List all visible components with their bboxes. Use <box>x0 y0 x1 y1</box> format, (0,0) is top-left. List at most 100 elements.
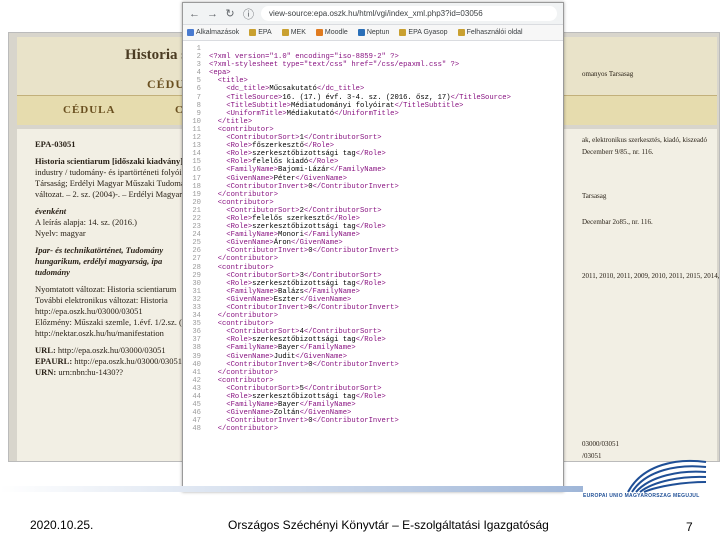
line-text: <GivenName>Judit</GivenName> <box>209 352 348 361</box>
bookmark-neptun[interactable]: Neptun <box>357 29 389 36</box>
right-snippet: Decemberr 9/85., nr. 116. <box>582 148 654 156</box>
line-number: 30 <box>192 279 201 288</box>
line-number: 9 <box>196 109 201 118</box>
footer-gradient-bar <box>0 486 583 492</box>
source-code-view: 1 2 <?xml version="1.0" encoding="iso-8859… <box>183 41 563 434</box>
footer-date: 2020.10.25. <box>30 518 94 532</box>
line-number: 5 <box>196 77 201 86</box>
source-line: 13 <Role>főszerkesztő</Role> <box>183 142 563 150</box>
folder-icon <box>249 29 257 36</box>
line-text: <Role>főszerkesztő</Role> <box>209 142 335 151</box>
line-number: 47 <box>192 417 201 426</box>
bookmark-apps[interactable]: Alkalmazások <box>187 29 239 36</box>
line-text: <contributor> <box>209 198 274 207</box>
source-line: 10 </title> <box>183 118 563 126</box>
source-line: 36 <ContributorSort>4</ContributorSort> <box>183 328 563 336</box>
bookmark-mek[interactable]: MEK <box>281 29 306 36</box>
record-links: Nyomtatott változat: Historia scientiaru… <box>35 284 205 339</box>
line-number: 32 <box>192 295 201 304</box>
source-line: 47 <ContributorInvert>0</ContributorInve… <box>183 417 563 425</box>
source-line: 42 <contributor> <box>183 377 563 385</box>
source-line: 31 <FamilyName>Balázs</FamilyName> <box>183 288 563 296</box>
line-text: <contributor> <box>209 263 274 272</box>
line-text: <title> <box>209 77 248 86</box>
line-text: <ContributorInvert>0</ContributorInvert> <box>209 360 399 369</box>
line-number: 39 <box>192 352 201 361</box>
language: Nyelv: magyar <box>35 228 86 238</box>
source-line: 25 <GivenName>Áron</GivenName> <box>183 239 563 247</box>
right-snippet: omanyos Tarsasag <box>582 70 634 78</box>
source-line: 12 <ContributorSort>1</ContributorSort> <box>183 134 563 142</box>
line-text: <Role>szerkesztőbizottsági tag</Role> <box>209 150 386 159</box>
back-icon[interactable]: ← <box>189 8 200 20</box>
line-number: 27 <box>192 255 201 264</box>
line-number: 24 <box>192 231 201 240</box>
info-icon[interactable]: ⓘ <box>243 6 254 22</box>
reload-icon[interactable]: ↻ <box>225 7 235 20</box>
line-text: <FamilyName>Bayer</FamilyName> <box>209 344 356 353</box>
catalog-record: EPA-03051 Historia scientiarum [időszaki… <box>35 139 205 384</box>
line-number: 8 <box>196 101 201 110</box>
line-number: 38 <box>192 344 201 353</box>
other-url-link[interactable]: http://epa.oszk.hu/03000/03051 <box>35 306 143 316</box>
source-line: 48 </contributor> <box>183 425 563 433</box>
line-number: 33 <box>192 304 201 312</box>
line-text: <?xml version="1.0" encoding="iso-8859-2… <box>209 53 399 62</box>
source-line: 35 <contributor> <box>183 320 563 328</box>
source-line: 45 <FamilyName>Bayer</FamilyName> <box>183 401 563 409</box>
line-number: 21 <box>192 206 201 215</box>
line-number: 42 <box>192 376 201 385</box>
source-line: 18 <ContributorInvert>0</ContributorInve… <box>183 183 563 191</box>
bookmark-moodle[interactable]: Moodle <box>315 29 348 36</box>
bookmark-epa[interactable]: EPA <box>249 29 272 36</box>
source-line: 2 <?xml version="1.0" encoding="iso-8859-… <box>183 53 563 61</box>
line-number: 20 <box>192 198 201 207</box>
line-number: 43 <box>192 384 201 393</box>
line-text: <ContributorInvert>0</ContributorInvert> <box>209 247 399 256</box>
line-number: 6 <box>196 85 201 94</box>
source-line: 32 <GivenName>Eszter</GivenName> <box>183 296 563 304</box>
record-line: Historia scientiarum [időszaki kiadvány] <box>35 156 184 166</box>
line-number: 35 <box>192 320 201 329</box>
bookmarks-bar: Alkalmazások EPA MEK Moodle Neptun EPA G… <box>183 25 563 41</box>
bookmark-user[interactable]: Felhasználói oldal <box>457 29 523 36</box>
record-line: industry / tudomány- és ipartörténeti fo… <box>35 167 191 177</box>
line-number: 1 <box>196 45 201 53</box>
epaurl-link[interactable]: http://epa.oszk.hu/03000/03051 <box>74 356 182 366</box>
line-text: <contributor> <box>209 376 274 385</box>
right-snippet: ak, elektronikus szerkesztés, kiadó, kis… <box>582 136 707 144</box>
source-line: 34 </contributor> <box>183 312 563 320</box>
urn-value: urn:nbn:hu-1430?? <box>58 367 124 377</box>
record-description: Historia scientiarum [időszaki kiadvány]… <box>35 156 205 200</box>
line-text: </contributor> <box>209 368 279 377</box>
urn-label: URN: <box>35 367 57 377</box>
url-link[interactable]: http://epa.oszk.hu/03000/03051 <box>58 345 166 355</box>
line-number: 3 <box>196 61 201 70</box>
line-number: 16 <box>192 166 201 175</box>
record-meta: évenként A leírás alapja: 14. sz. (2016.… <box>35 206 205 239</box>
url-input[interactable]: view-source:epa.oszk.hu/html/vgi/index_x… <box>261 6 557 21</box>
line-text: <ContributorInvert>0</ContributorInvert> <box>209 304 399 312</box>
record-line: Társaság; Erdélyi Magyar Műszaki Tudomán… <box>35 178 194 188</box>
bookmark-epa-gyasop[interactable]: EPA Gyasop <box>399 29 448 36</box>
predecessor-link[interactable]: http://nektar.oszk.hu/hu/manifestation <box>35 328 164 338</box>
source-line: 38 <FamilyName>Bayer</FamilyName> <box>183 344 563 352</box>
line-text: <GivenName>Áron</GivenName> <box>209 239 343 248</box>
right-snippet[interactable]: 03000/03051 <box>582 439 619 449</box>
source-line: 20 <contributor> <box>183 199 563 207</box>
line-text: <FamilyName>Bayer</FamilyName> <box>209 401 356 410</box>
line-text: <ContributorSort>2</ContributorSort> <box>209 206 382 215</box>
line-text: <Role>felelős kiadó</Role> <box>209 158 339 167</box>
forward-icon[interactable]: → <box>207 8 218 20</box>
line-number: 10 <box>192 117 201 126</box>
neptun-icon <box>357 29 365 36</box>
source-line: 27 </contributor> <box>183 255 563 263</box>
tab-cedula[interactable]: CÉDULA <box>63 104 115 116</box>
source-line: 44 <Role>szerkesztőbizottsági tag</Role> <box>183 393 563 401</box>
line-number: 15 <box>192 158 201 167</box>
source-line: 3 <?xml-stylesheet type="text/css" href="… <box>183 61 563 69</box>
line-text: </contributor> <box>209 255 279 264</box>
url-label: URL: <box>35 345 56 355</box>
line-number: 4 <box>196 69 201 78</box>
line-text: <GivenName>Eszter</GivenName> <box>209 295 352 304</box>
